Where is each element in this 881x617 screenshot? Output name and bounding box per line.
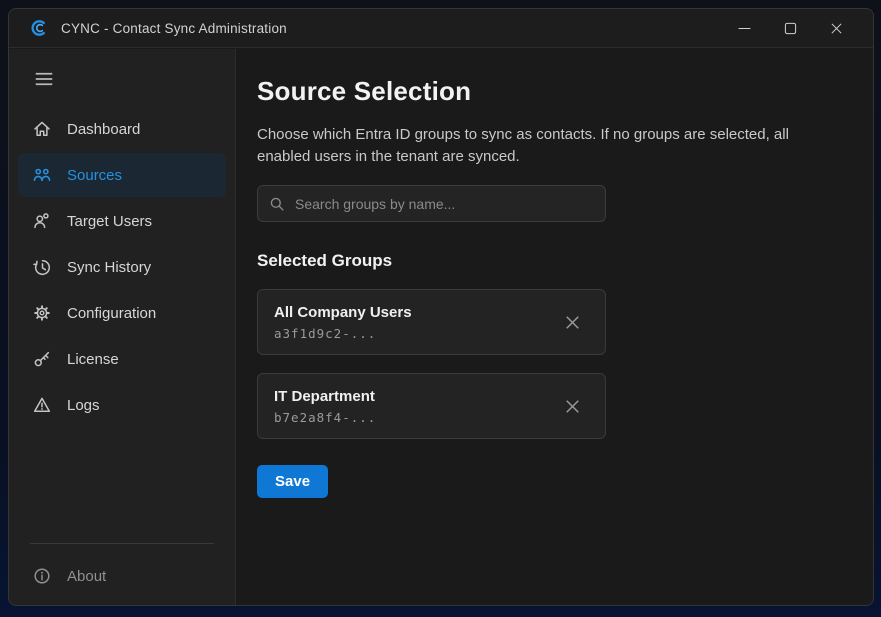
sidebar-item-target-users[interactable]: Target Users <box>18 199 226 243</box>
group-id: b7e2a8f4-... <box>274 410 376 425</box>
selected-groups-list: All Company Users a3f1d9c2-... IT Depart… <box>257 289 849 439</box>
save-button[interactable]: Save <box>257 465 328 498</box>
page-title: Source Selection <box>257 74 849 108</box>
app-logo-icon <box>29 18 49 38</box>
sidebar-item-label: Logs <box>67 397 100 414</box>
people-group-icon <box>32 165 52 185</box>
sidebar-nav: Dashboard Sources <box>9 105 235 429</box>
sidebar-item-label: Dashboard <box>67 121 140 138</box>
app-window: CYNC - Contact Sync Administration <box>8 8 874 606</box>
key-icon <box>32 349 52 369</box>
group-card: IT Department b7e2a8f4-... <box>257 373 606 439</box>
minimize-button[interactable] <box>721 9 767 47</box>
group-search-input[interactable] <box>295 196 595 212</box>
info-icon <box>32 566 52 586</box>
sidebar-item-sync-history[interactable]: Sync History <box>18 245 226 289</box>
sidebar-item-configuration[interactable]: Configuration <box>18 291 226 335</box>
sidebar-item-label: Target Users <box>67 213 152 230</box>
sidebar-item-label: License <box>67 351 119 368</box>
close-icon <box>828 20 845 37</box>
close-icon <box>562 396 583 417</box>
minimize-icon <box>736 20 753 37</box>
sidebar-item-sources[interactable]: Sources <box>18 153 226 197</box>
hamburger-icon <box>33 68 55 90</box>
close-icon <box>562 312 583 333</box>
window-title: CYNC - Contact Sync Administration <box>61 21 287 36</box>
search-icon <box>268 195 286 213</box>
group-name: All Company Users <box>274 303 412 322</box>
group-id: a3f1d9c2-... <box>274 326 412 341</box>
sidebar: Dashboard Sources <box>9 49 236 605</box>
group-name: IT Department <box>274 387 376 406</box>
sidebar-item-label: Sync History <box>67 259 151 276</box>
maximize-button[interactable] <box>767 9 813 47</box>
sidebar-item-label: About <box>67 568 106 585</box>
sidebar-item-label: Configuration <box>67 305 156 322</box>
sidebar-item-logs[interactable]: Logs <box>18 383 226 427</box>
selected-groups-heading: Selected Groups <box>257 249 849 272</box>
sidebar-item-about[interactable]: About <box>18 554 226 598</box>
gear-icon <box>32 303 52 323</box>
sidebar-item-label: Sources <box>67 167 122 184</box>
remove-group-button[interactable] <box>559 393 585 419</box>
sidebar-item-dashboard[interactable]: Dashboard <box>18 107 226 151</box>
hamburger-menu-button[interactable] <box>29 65 59 93</box>
titlebar: CYNC - Contact Sync Administration <box>9 9 873 48</box>
sidebar-divider <box>30 543 214 544</box>
main-content: Source Selection Choose which Entra ID g… <box>237 49 873 605</box>
close-button[interactable] <box>813 9 859 47</box>
person-icon <box>32 211 52 231</box>
group-info: IT Department b7e2a8f4-... <box>274 387 376 425</box>
group-card: All Company Users a3f1d9c2-... <box>257 289 606 355</box>
history-icon <box>32 257 52 277</box>
page-description: Choose which Entra ID groups to sync as … <box>257 124 839 167</box>
remove-group-button[interactable] <box>559 309 585 335</box>
sidebar-item-license[interactable]: License <box>18 337 226 381</box>
maximize-icon <box>782 20 799 37</box>
home-icon <box>32 119 52 139</box>
group-info: All Company Users a3f1d9c2-... <box>274 303 412 341</box>
warning-triangle-icon <box>32 395 52 415</box>
group-search-box <box>257 185 606 222</box>
